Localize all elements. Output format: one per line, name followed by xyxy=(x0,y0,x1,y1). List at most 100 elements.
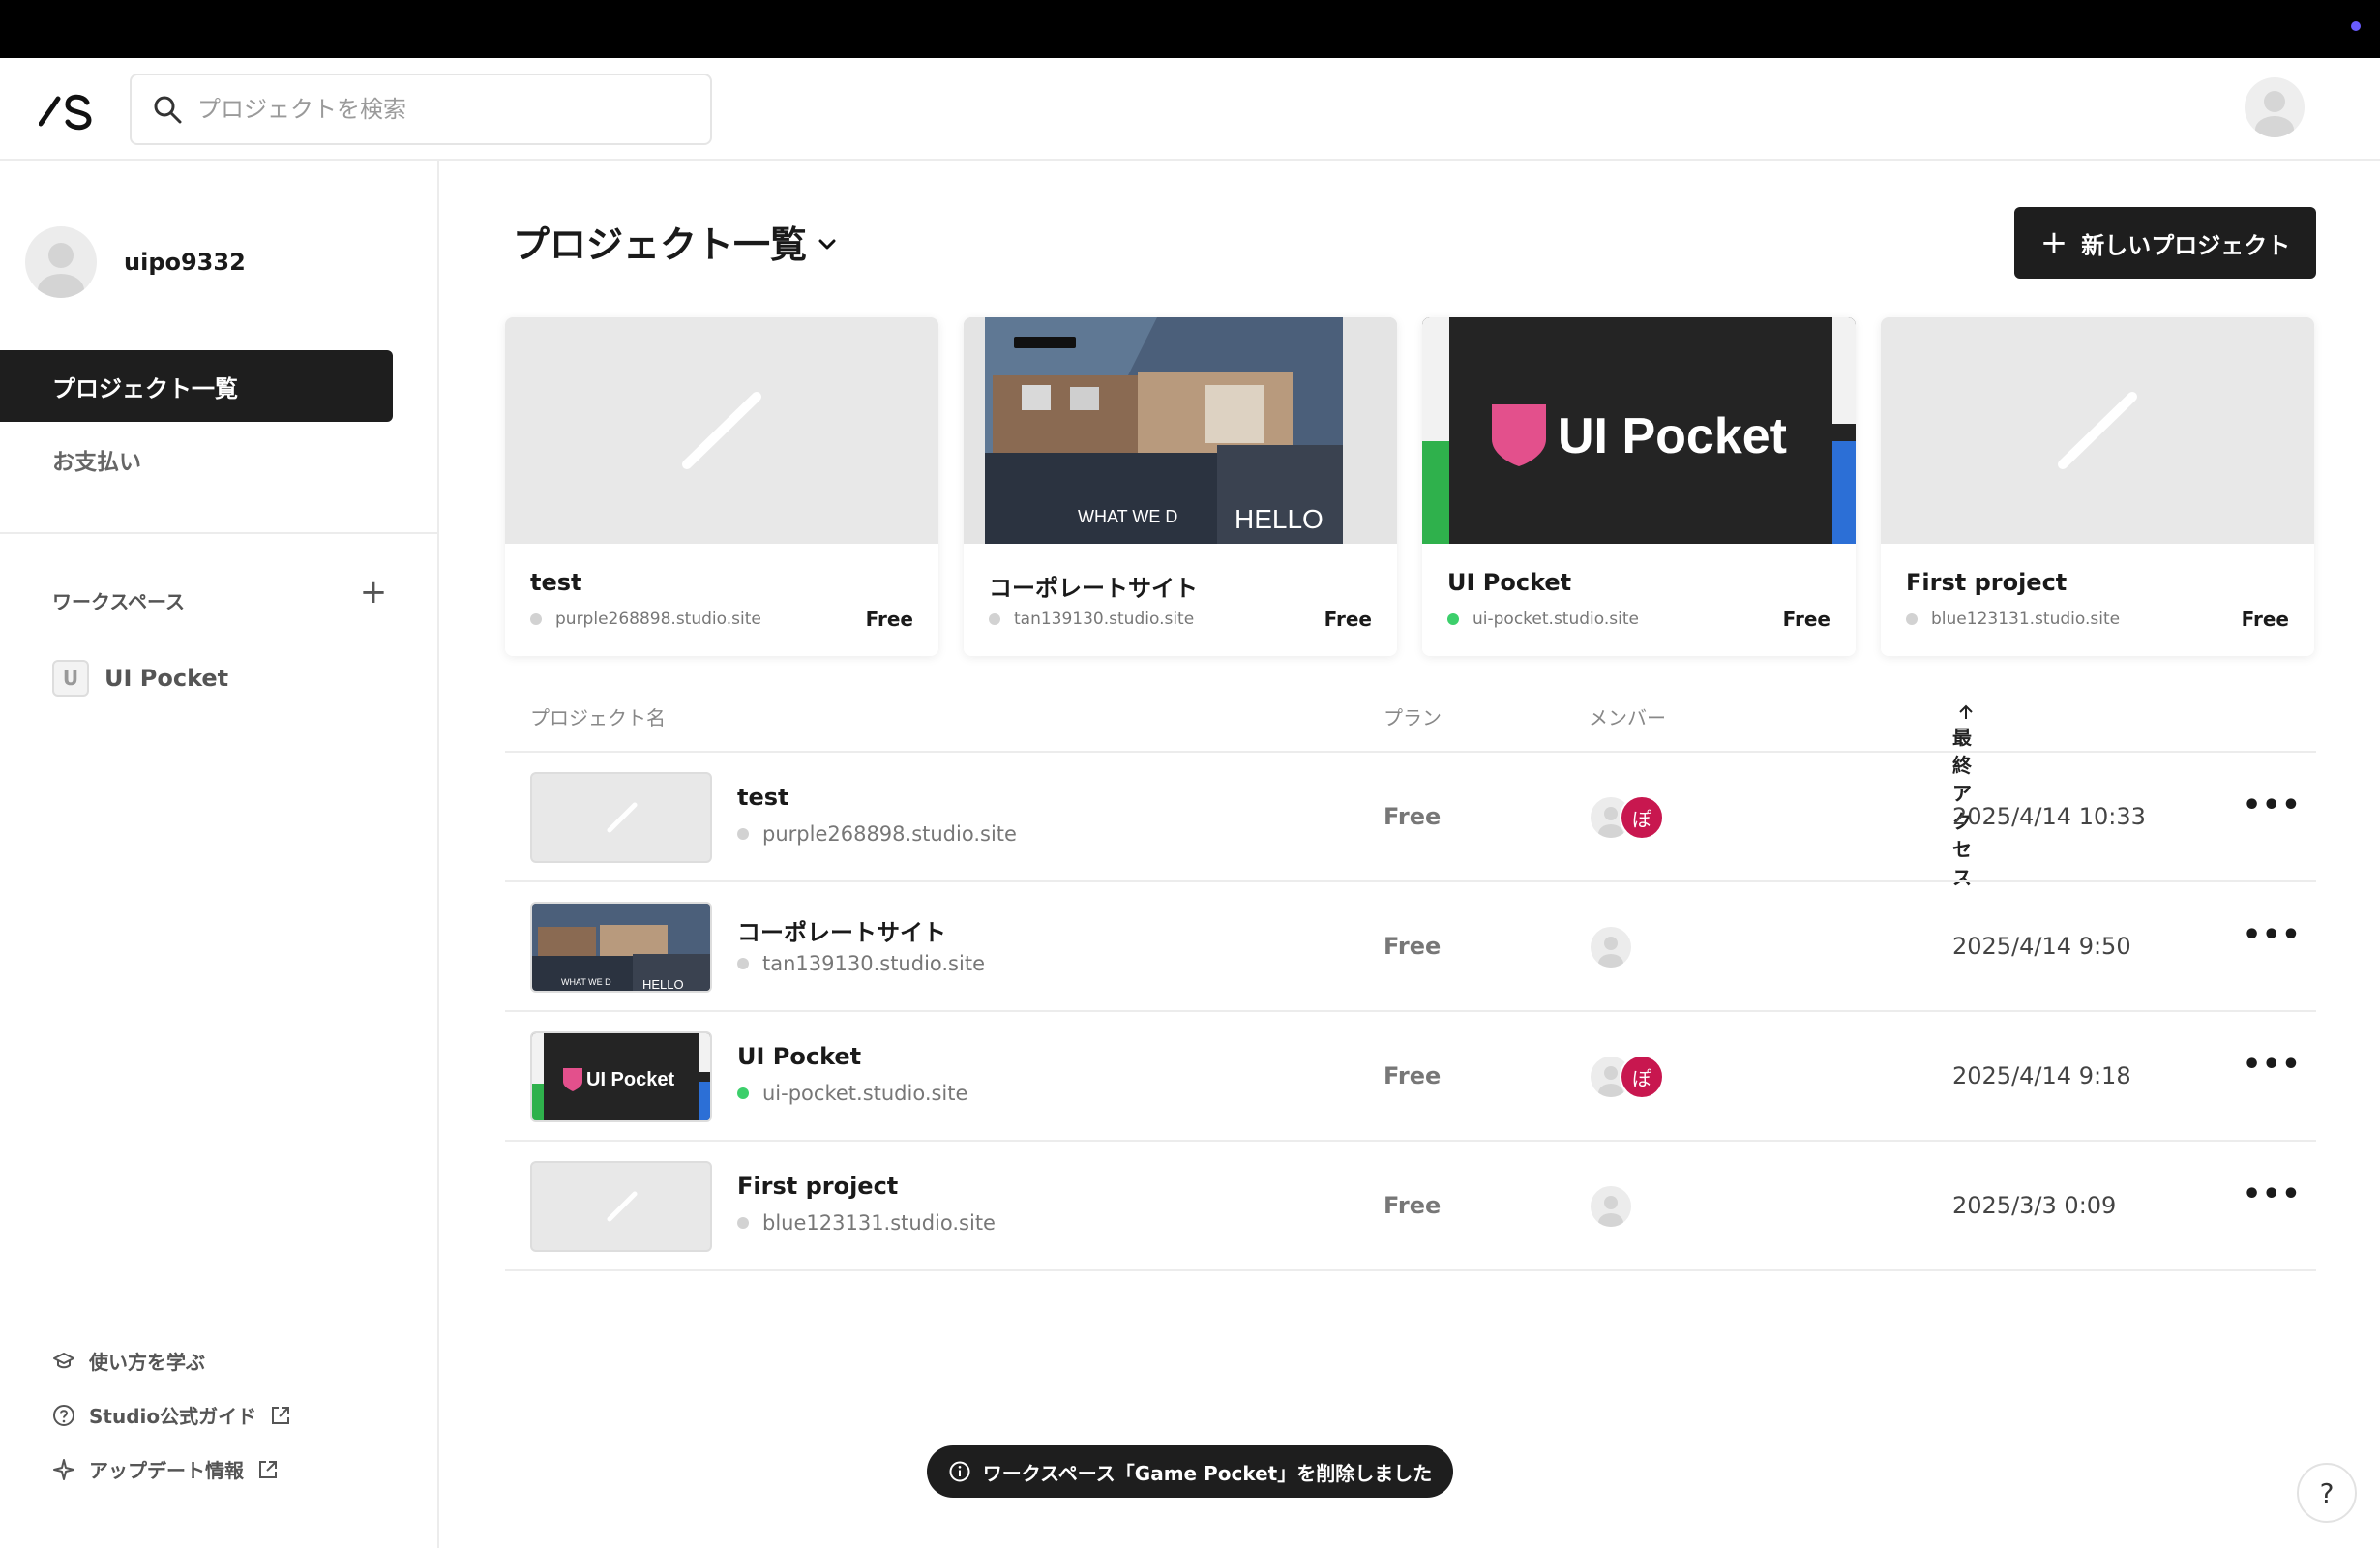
domain-text: blue123131.studio.site xyxy=(1931,610,2121,629)
user-profile[interactable]: uipo9332 xyxy=(25,226,246,298)
thumb-text-b: HELLO xyxy=(1235,504,1324,534)
sidebar-divider xyxy=(0,532,439,534)
card-project-domain[interactable]: ui-pocket.studio.site xyxy=(1447,610,1639,629)
user-silhouette-icon xyxy=(38,243,84,298)
row-members[interactable] xyxy=(1589,1184,1633,1229)
row-thumbnail-ui-pocket: UI Pocket xyxy=(530,1031,712,1122)
chevron-down-icon xyxy=(818,239,836,249)
external-link-icon xyxy=(259,1460,277,1478)
card-project-domain[interactable]: purple268898.studio.site xyxy=(530,610,761,629)
more-options-icon[interactable]: ••• xyxy=(2243,1180,2301,1223)
updates-label: アップデート情報 xyxy=(89,1459,244,1482)
learn-link[interactable]: 使い方を学ぶ xyxy=(52,1347,205,1375)
user-silhouette-icon xyxy=(1598,937,1623,968)
row-thumbnail-placeholder xyxy=(530,772,712,863)
more-options-icon[interactable]: ••• xyxy=(2243,921,2301,964)
project-card-test[interactable]: test purple268898.studio.site Free xyxy=(505,317,938,656)
row-last-access: 2025/4/14 10:33 xyxy=(1952,803,2146,830)
official-guide-label: Studio公式ガイド xyxy=(89,1405,257,1428)
row-project-name: First project xyxy=(737,1173,899,1200)
workspace-item-ui-pocket[interactable]: U UI Pocket xyxy=(52,660,228,697)
project-card-corporate[interactable]: WHAT WE D HELLO コーポレートサイト tan139130.stud… xyxy=(964,317,1397,656)
member-avatar-badge: ぽ xyxy=(1620,795,1664,840)
more-options-icon[interactable]: ••• xyxy=(2243,791,2301,834)
row-plan: Free xyxy=(1383,933,1442,960)
row-project-name: UI Pocket xyxy=(737,1043,862,1070)
status-dot xyxy=(1447,613,1459,625)
project-list-title[interactable]: プロジェクト一覧 xyxy=(513,215,840,268)
new-project-button[interactable]: + 新しいプロジェクト xyxy=(2014,207,2316,279)
help-button[interactable]: ? xyxy=(2297,1463,2357,1523)
project-card-first-project[interactable]: First project blue123131.studio.site Fre… xyxy=(1881,317,2314,656)
ui-pocket-thumbnail-image: UI Pocket xyxy=(532,1033,710,1120)
row-project-domain[interactable]: purple268898.studio.site xyxy=(737,822,1017,846)
search-icon xyxy=(154,96,182,124)
row-last-access: 2025/4/14 9:50 xyxy=(1952,933,2131,960)
external-link-icon xyxy=(272,1406,290,1424)
info-icon xyxy=(949,1461,970,1482)
learn-link-label: 使い方を学ぶ xyxy=(89,1351,205,1374)
new-project-label: 新しいプロジェクト xyxy=(2081,231,2291,259)
card-project-domain[interactable]: tan139130.studio.site xyxy=(989,610,1194,629)
table-row[interactable]: test purple268898.studio.site Free ぽ 202… xyxy=(505,753,2316,882)
row-last-access: 2025/4/14 9:18 xyxy=(1952,1062,2131,1089)
row-plan: Free xyxy=(1383,1192,1442,1219)
row-members[interactable]: ぽ xyxy=(1589,795,1664,840)
table-row[interactable]: UI Pocket UI Pocket ui-pocket.studio.sit… xyxy=(505,1012,2316,1142)
card-plan-badge: Free xyxy=(1782,608,1830,631)
nav-item-projects[interactable]: プロジェクト一覧 xyxy=(0,350,393,422)
pencil-slash-icon xyxy=(682,392,761,469)
domain-text: purple268898.studio.site xyxy=(762,822,1017,846)
studio-logo-icon[interactable] xyxy=(39,87,93,132)
card-project-domain[interactable]: blue123131.studio.site xyxy=(1906,610,2120,629)
app-header xyxy=(0,58,2380,161)
domain-text: blue123131.studio.site xyxy=(762,1211,996,1235)
status-dot xyxy=(989,613,1000,625)
status-dot xyxy=(737,958,749,969)
project-thumbnail-placeholder xyxy=(1881,317,2314,544)
notification-dot xyxy=(2351,21,2361,31)
graduation-cap-icon xyxy=(53,1352,74,1368)
pencil-slash-icon xyxy=(2058,392,2137,469)
row-members[interactable] xyxy=(1589,925,1633,969)
status-dot xyxy=(530,613,542,625)
status-dot xyxy=(737,1087,749,1099)
project-card-ui-pocket[interactable]: UI Pocket UI Pocket ui-pocket.studio.sit… xyxy=(1422,317,1856,656)
thumb-text-a: WHAT WE D xyxy=(1078,507,1177,526)
column-last-access[interactable]: 最終アクセス xyxy=(1952,702,1976,889)
table-row[interactable]: First project blue123131.studio.site Fre… xyxy=(505,1142,2316,1271)
corporate-site-thumbnail-image: WHAT WE D HELLO xyxy=(964,317,1397,544)
member-avatar-badge: ぽ xyxy=(1620,1055,1664,1099)
project-thumbnail-placeholder xyxy=(505,317,938,544)
member-avatar xyxy=(1589,925,1633,969)
column-plan[interactable]: プラン xyxy=(1383,702,1442,730)
updates-link[interactable]: アップデート情報 xyxy=(52,1455,292,1483)
workspace-badge: U xyxy=(52,660,89,697)
row-plan: Free xyxy=(1383,1062,1442,1089)
account-avatar[interactable] xyxy=(2245,77,2305,137)
row-project-domain[interactable]: tan139130.studio.site xyxy=(737,952,985,975)
row-plan: Free xyxy=(1383,803,1442,830)
row-project-name: test xyxy=(737,784,789,811)
workspace-heading: ワークスペース xyxy=(52,590,185,613)
column-members[interactable]: メンバー xyxy=(1589,702,1666,730)
nav-item-payment[interactable]: お支払い xyxy=(52,424,141,495)
add-workspace-button[interactable]: + xyxy=(356,575,391,610)
page-title: プロジェクト一覧 xyxy=(513,223,808,266)
row-project-domain[interactable]: blue123131.studio.site xyxy=(737,1211,996,1235)
card-plan-badge: Free xyxy=(2241,608,2289,631)
column-project-name[interactable]: プロジェクト名 xyxy=(530,702,666,730)
row-members[interactable]: ぽ xyxy=(1589,1055,1664,1099)
search-bar[interactable] xyxy=(130,74,712,145)
sparkle-icon xyxy=(53,1458,74,1480)
user-silhouette-icon xyxy=(2255,91,2294,137)
table-row[interactable]: WHAT WE D HELLO コーポレートサイト tan139130.stud… xyxy=(505,882,2316,1012)
status-dot xyxy=(737,1217,749,1229)
row-project-domain[interactable]: ui-pocket.studio.site xyxy=(737,1082,967,1105)
domain-text: ui-pocket.studio.site xyxy=(1473,610,1639,629)
official-guide-link[interactable]: Studio公式ガイド xyxy=(52,1401,305,1429)
more-options-icon[interactable]: ••• xyxy=(2243,1051,2301,1093)
thumb-text: UI Pocket xyxy=(586,1069,674,1090)
search-input[interactable] xyxy=(197,96,681,123)
project-thumbnail-ui-pocket: UI Pocket xyxy=(1422,317,1856,544)
